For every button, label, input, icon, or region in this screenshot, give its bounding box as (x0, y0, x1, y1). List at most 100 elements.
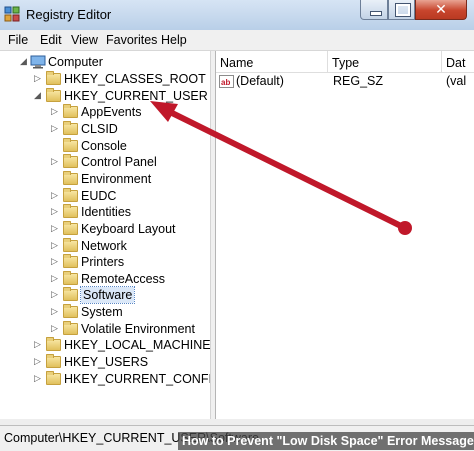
expand-icon[interactable]: ▷ (51, 107, 59, 116)
tree-item-label: Control Panel (81, 155, 157, 170)
folder-icon (63, 320, 78, 335)
tree-item-label: Printers (81, 255, 125, 270)
column-header-type[interactable]: Type (328, 51, 442, 73)
string-value-icon: ab (219, 75, 234, 88)
menu-edit[interactable]: Edit (40, 33, 62, 47)
values-list[interactable]: Name Type Dat ab (Default) REG_SZ (val (216, 51, 474, 419)
close-icon: ✕ (435, 1, 447, 17)
tree-item-label: EUDC (81, 188, 117, 203)
registry-tree[interactable]: ◢ Computer ▷ HKEY_CLASSES_ROOT ◢ HKEY_CURRE… (0, 51, 211, 419)
folder-icon (63, 170, 78, 185)
tree-item-label: Identities (81, 205, 132, 220)
expand-icon[interactable]: ▷ (34, 340, 42, 349)
folder-icon (46, 370, 61, 385)
folder-icon (63, 120, 78, 135)
minimize-button[interactable] (360, 0, 388, 20)
tree-item[interactable]: ▷ Control Panel (0, 154, 210, 170)
tree-item-label: Volatile Environment (81, 321, 195, 336)
expand-icon[interactable]: ▷ (34, 357, 42, 366)
expand-icon[interactable]: ▷ (51, 157, 59, 166)
expand-icon[interactable]: ▷ (51, 223, 59, 232)
tree-item[interactable]: ▷ HKEY_LOCAL_MACHINE (0, 337, 210, 353)
value-data: (val (446, 74, 467, 88)
tree-item[interactable]: ▷ HKEY_USERS (0, 354, 210, 370)
tree-item-label: HKEY_USERS (64, 355, 149, 370)
folder-icon (63, 287, 78, 302)
folder-icon (63, 204, 78, 219)
tree-item[interactable]: Console (0, 137, 210, 154)
tree-item[interactable]: ▷ Volatile Environment (0, 320, 210, 337)
registry-editor-window: Registry Editor ✕ File Edit View Favorit… (0, 0, 474, 451)
expand-icon[interactable]: ▷ (34, 74, 42, 83)
tree-item-label: Computer (48, 55, 103, 69)
expand-icon[interactable]: ▷ (51, 207, 59, 216)
expand-icon[interactable]: ▷ (51, 323, 59, 332)
tree-item[interactable]: ▷ HKEY_CURRENT_CONFIG (0, 370, 211, 387)
tree-item-label: RemoteAccess (81, 271, 166, 286)
expand-icon[interactable]: ▷ (51, 290, 59, 299)
menu-favorites[interactable]: Favorites (106, 33, 157, 47)
computer-icon (30, 55, 46, 69)
tree-item-label: HKEY_CURRENT_CONFIG (64, 371, 211, 386)
value-name: (Default) (236, 74, 284, 88)
svg-text:ab: ab (221, 78, 230, 87)
expand-icon[interactable]: ▷ (34, 373, 42, 382)
wikihow-caption: How to Prevent "Low Disk Space" Error Me… (178, 432, 474, 450)
tree-item[interactable]: ▷ Keyboard Layout (0, 220, 210, 237)
folder-icon (63, 254, 78, 269)
tree-item[interactable]: ▷ AppEvents (0, 104, 210, 120)
tree-item-label: Software (79, 286, 136, 305)
expand-icon[interactable]: ▷ (51, 257, 59, 266)
maximize-button[interactable] (388, 0, 415, 20)
expand-icon[interactable]: ▷ (51, 273, 59, 282)
folder-icon (46, 71, 61, 85)
tree-item-label: Keyboard Layout (81, 221, 176, 236)
value-type: REG_SZ (333, 74, 384, 88)
folder-icon (63, 237, 78, 252)
column-header-name[interactable]: Name (216, 51, 328, 73)
tree-item-label: Network (81, 238, 127, 253)
value-row[interactable]: ab (Default) REG_SZ (val (216, 73, 474, 90)
tree-item[interactable]: Environment (0, 170, 210, 187)
folder-icon (63, 154, 78, 169)
folder-icon (63, 104, 78, 119)
tree-item[interactable]: ▷ Printers (0, 254, 210, 270)
tree-item-label: System (81, 305, 123, 320)
expand-icon[interactable]: ▷ (51, 123, 59, 132)
caption-text: How to Prevent "Low Disk Space" Error Me… (182, 434, 474, 448)
menu-file[interactable]: File (8, 33, 28, 47)
menu-help[interactable]: Help (161, 33, 187, 47)
tree-item[interactable]: ▷ HKEY_CLASSES_ROOT (0, 71, 210, 87)
window-title: Registry Editor (26, 7, 112, 22)
close-button[interactable]: ✕ (415, 0, 467, 20)
expand-icon[interactable]: ▷ (51, 190, 59, 199)
tree-item-label: CLSID (81, 121, 118, 136)
folder-icon (63, 270, 78, 285)
tree-item[interactable]: ◢ HKEY_CURRENT_USER (0, 87, 210, 104)
menu-bar: File Edit View Favorites Help (0, 30, 474, 51)
tree-item[interactable]: ▷ RemoteAccess (0, 270, 210, 287)
folder-icon (46, 337, 61, 352)
tree-item-label: HKEY_CLASSES_ROOT (64, 72, 206, 86)
tree-item[interactable]: ▷ Network (0, 237, 210, 254)
tree-item[interactable]: ▷ Identities (0, 204, 210, 220)
expand-icon[interactable]: ▷ (51, 307, 59, 316)
tree-item[interactable]: ▷ EUDC (0, 187, 210, 204)
tree-item-label: HKEY_LOCAL_MACHINE (64, 338, 211, 353)
tree-item[interactable]: ▷ System (0, 304, 210, 320)
tree-item[interactable]: ▷ CLSID (0, 120, 210, 137)
collapse-icon[interactable]: ◢ (34, 90, 42, 99)
tree-item[interactable]: ▷ Software (0, 286, 210, 305)
column-header-data[interactable]: Dat (442, 51, 474, 73)
collapse-icon[interactable]: ◢ (20, 57, 28, 66)
menu-view[interactable]: View (71, 33, 98, 47)
tree-item-computer[interactable]: ◢ Computer (0, 54, 210, 70)
expand-icon[interactable]: ▷ (51, 240, 59, 249)
folder-icon (46, 87, 61, 102)
folder-icon (63, 220, 78, 235)
tree-item-label: AppEvents (81, 105, 142, 120)
folder-icon (63, 137, 78, 152)
folder-icon (46, 354, 61, 369)
title-bar: Registry Editor ✕ (0, 0, 474, 30)
folder-icon (63, 187, 78, 202)
